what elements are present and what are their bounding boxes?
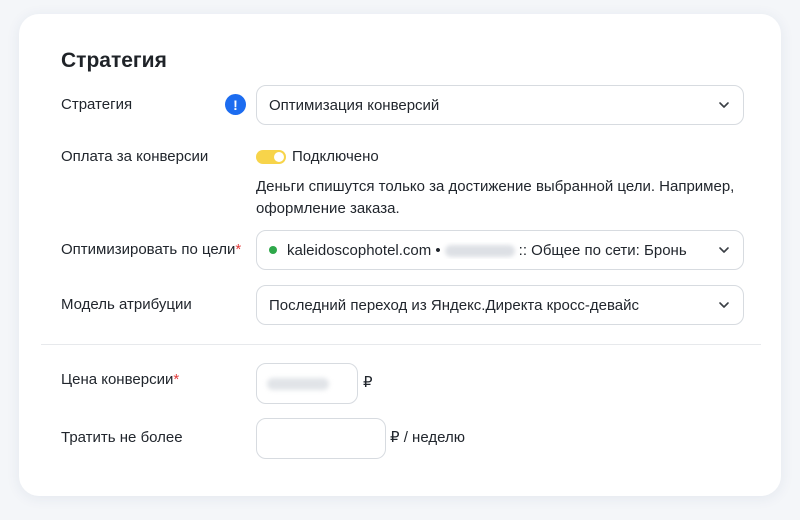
strategy-card: Стратегия Стратегия ! Оптимизация конвер… xyxy=(19,14,781,496)
goal-site: kaleidoscophotel.com • xyxy=(287,241,441,259)
spend-limit-input[interactable] xyxy=(256,418,386,459)
payment-label: Оплата за конверсии xyxy=(61,148,209,165)
conversion-price-label-text: Цена конверсии xyxy=(61,371,174,388)
conversion-price-input[interactable] xyxy=(256,363,358,404)
spend-limit-unit: ₽ / неделю xyxy=(390,429,465,446)
goal-select-value: kaleidoscophotel.com •:: Общее по сети: … xyxy=(287,242,717,259)
redacted-goal-id xyxy=(444,244,515,257)
goal-name: :: Общее по сети: Бронь xyxy=(518,241,687,259)
spend-limit-label: Тратить не более xyxy=(61,429,183,446)
chevron-down-icon xyxy=(717,243,731,257)
currency-symbol: ₽ xyxy=(363,374,373,391)
goal-label: Оптимизировать по цели* xyxy=(61,240,241,260)
chevron-down-icon xyxy=(717,98,731,112)
strategy-select[interactable]: Оптимизация конверсий xyxy=(256,85,744,125)
payment-toggle-label: Подключено xyxy=(292,148,379,165)
strategy-label: Стратегия xyxy=(61,96,133,113)
goal-label-text: Оптимизировать по цели xyxy=(61,241,236,258)
strategy-select-value: Оптимизация конверсий xyxy=(269,96,440,114)
goal-select[interactable]: kaleidoscophotel.com •:: Общее по сети: … xyxy=(256,230,744,270)
goal-status-dot xyxy=(269,246,277,254)
required-mark: * xyxy=(173,371,180,388)
attribution-label: Модель атрибуции xyxy=(61,296,192,313)
chevron-down-icon xyxy=(717,298,731,312)
redacted-price-value xyxy=(267,377,329,390)
section-title: Стратегия xyxy=(61,49,167,72)
toggle-knob xyxy=(274,152,284,162)
info-icon[interactable]: ! xyxy=(225,94,246,115)
attribution-select-value: Последний переход из Яндекс.Директа крос… xyxy=(269,296,639,314)
attribution-select[interactable]: Последний переход из Яндекс.Директа крос… xyxy=(256,285,744,325)
payment-hint: Деньги спишутся только за достижение выб… xyxy=(256,178,735,217)
info-badge-text: ! xyxy=(233,96,238,113)
section-divider xyxy=(41,344,761,345)
required-mark: * xyxy=(235,241,242,258)
conversion-price-label: Цена конверсии* xyxy=(61,370,179,390)
payment-toggle[interactable] xyxy=(256,150,286,164)
